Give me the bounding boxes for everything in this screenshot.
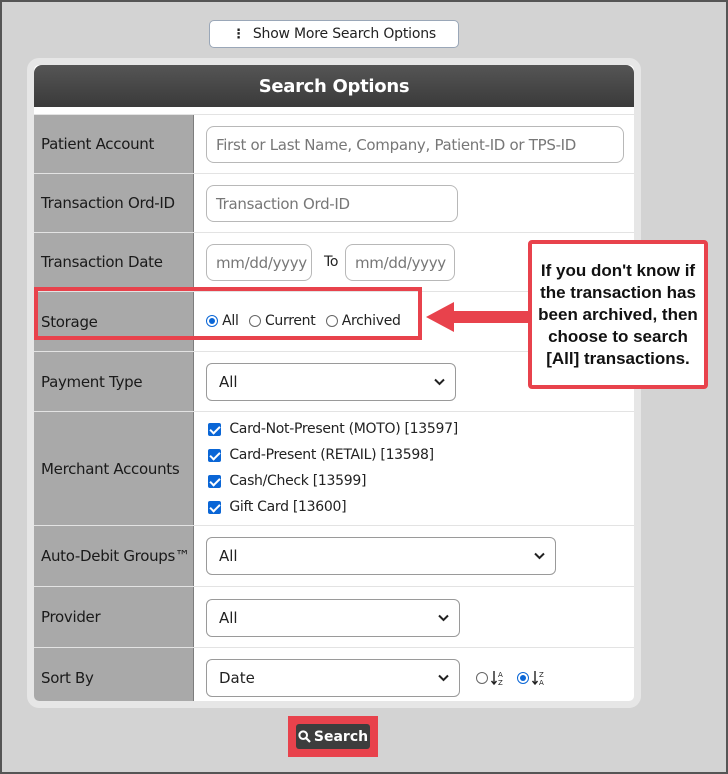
- sort-descending-radio[interactable]: [517, 672, 529, 684]
- search-icon: [298, 730, 311, 743]
- merchant-accounts-list: Card-Not-Present (MOTO) [13597] Card-Pre…: [208, 421, 458, 525]
- sort-by-select[interactable]: Date: [206, 659, 460, 697]
- sort-descending-icon: Z A: [532, 671, 544, 686]
- storage-option-current[interactable]: Current: [248, 313, 316, 329]
- date-to-label: To: [324, 254, 339, 270]
- patient-account-label: Patient Account: [34, 115, 194, 173]
- checkbox-checked-icon[interactable]: [208, 448, 221, 462]
- chevron-down-icon: [434, 378, 445, 386]
- vertical-ellipsis-icon: ⋮: [232, 26, 245, 42]
- svg-text:A: A: [539, 679, 544, 686]
- transaction-ord-id-input[interactable]: Transaction Ord-ID: [206, 185, 458, 222]
- merchant-account-item[interactable]: Gift Card [13600]: [208, 499, 458, 525]
- merchant-account-item[interactable]: Card-Not-Present (MOTO) [13597]: [208, 421, 458, 447]
- payment-type-label: Payment Type: [34, 352, 194, 411]
- patient-account-input[interactable]: First or Last Name, Company, Patient-ID …: [206, 126, 624, 163]
- date-to-input[interactable]: mm/dd/yyyy: [345, 244, 455, 281]
- merchant-accounts-row: Merchant Accounts Card-Not-Present (MOTO…: [34, 411, 634, 525]
- auto-debit-groups-label: Auto-Debit Groups™: [34, 526, 194, 586]
- merchant-account-item[interactable]: Cash/Check [13599]: [208, 473, 458, 499]
- auto-debit-groups-row: Auto-Debit Groups™ All: [34, 525, 634, 586]
- checkbox-checked-icon[interactable]: [208, 474, 221, 488]
- radio-selected-icon[interactable]: [206, 315, 218, 327]
- callout-note: If you don't know if the transaction has…: [528, 240, 708, 389]
- merchant-accounts-label: Merchant Accounts: [34, 412, 194, 525]
- svg-text:Z: Z: [539, 671, 544, 679]
- transaction-ord-id-row: Transaction Ord-ID Transaction Ord-ID: [34, 173, 634, 232]
- arrow-left-icon: [426, 302, 530, 332]
- provider-label: Provider: [34, 587, 194, 647]
- svg-text:Z: Z: [498, 679, 503, 686]
- show-more-label: Show More Search Options: [252, 26, 436, 42]
- sort-ascending-radio[interactable]: [476, 672, 488, 684]
- payment-type-select[interactable]: All: [206, 363, 456, 401]
- auto-debit-groups-select[interactable]: All: [206, 537, 556, 575]
- show-more-search-options-button[interactable]: ⋮ Show More Search Options: [209, 20, 459, 48]
- sort-by-row: Sort By Date A Z Z A: [34, 647, 634, 701]
- storage-option-archived[interactable]: Archived: [325, 313, 401, 329]
- sort-by-label: Sort By: [34, 648, 194, 701]
- sort-ascending-icon: A Z: [491, 671, 503, 686]
- search-button[interactable]: Search: [296, 724, 370, 749]
- storage-radio-group: All Current Archived: [206, 313, 401, 329]
- chevron-down-icon: [534, 552, 545, 560]
- chevron-down-icon: [438, 614, 449, 622]
- svg-text:A: A: [498, 671, 503, 679]
- provider-select[interactable]: All: [206, 599, 460, 637]
- sort-order-group: A Z Z A: [476, 670, 546, 686]
- patient-account-row: Patient Account First or Last Name, Comp…: [34, 114, 634, 173]
- checkbox-checked-icon[interactable]: [208, 422, 221, 436]
- storage-option-all[interactable]: All: [206, 313, 239, 329]
- provider-row: Provider All: [34, 586, 634, 647]
- checkbox-checked-icon[interactable]: [208, 500, 221, 514]
- chevron-down-icon: [438, 674, 449, 682]
- transaction-ord-id-label: Transaction Ord-ID: [34, 174, 194, 232]
- storage-label: Storage: [34, 292, 194, 351]
- radio-icon[interactable]: [325, 315, 338, 327]
- panel-title: Search Options: [34, 65, 634, 107]
- merchant-account-item[interactable]: Card-Present (RETAIL) [13598]: [208, 447, 458, 473]
- transaction-date-label: Transaction Date: [34, 233, 194, 291]
- radio-icon[interactable]: [248, 315, 261, 327]
- date-from-input[interactable]: mm/dd/yyyy: [206, 244, 312, 281]
- search-highlight-box: Search: [288, 716, 378, 757]
